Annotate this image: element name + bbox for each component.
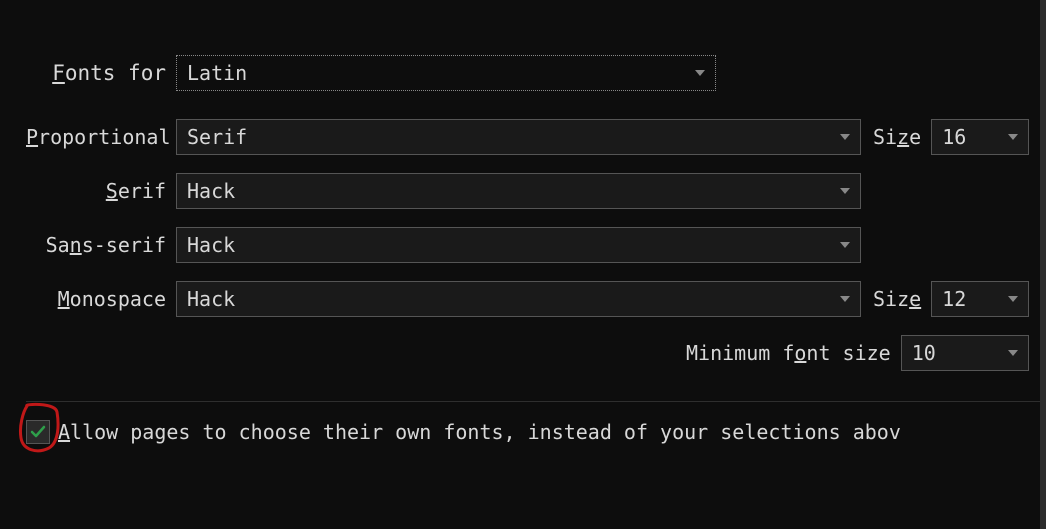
proportional-label: Proportional	[26, 125, 176, 149]
chevron-down-icon	[840, 242, 850, 248]
fonts-for-value: Latin	[187, 61, 247, 85]
chevron-down-icon	[840, 296, 850, 302]
fonts-for-select[interactable]: Latin	[176, 55, 716, 91]
chevron-down-icon	[840, 134, 850, 140]
monospace-size-label: Size	[873, 287, 921, 311]
minimum-font-size-select[interactable]: 10	[901, 335, 1029, 371]
serif-label: Serif	[26, 179, 176, 203]
check-icon	[30, 424, 46, 440]
sans-serif-select[interactable]: Hack	[176, 227, 861, 263]
chevron-down-icon	[1008, 134, 1018, 140]
chevron-down-icon	[695, 70, 705, 76]
monospace-value: Hack	[187, 287, 235, 311]
allow-pages-label: Allow pages to choose their own fonts, i…	[58, 420, 901, 444]
serif-select[interactable]: Hack	[176, 173, 861, 209]
monospace-select[interactable]: Hack	[176, 281, 861, 317]
chevron-down-icon	[1008, 296, 1018, 302]
fonts-for-label: Fonts for	[26, 61, 176, 85]
monospace-size-select[interactable]: 12	[931, 281, 1029, 317]
monospace-size-value: 12	[942, 287, 966, 311]
minimum-font-size-value: 10	[912, 341, 936, 365]
proportional-size-select[interactable]: 16	[931, 119, 1029, 155]
chevron-down-icon	[1008, 350, 1018, 356]
proportional-value: Serif	[187, 125, 247, 149]
scrollbar[interactable]	[1040, 0, 1046, 529]
allow-pages-checkbox[interactable]	[26, 420, 50, 444]
sans-serif-label: Sans-serif	[26, 233, 176, 257]
proportional-select[interactable]: Serif	[176, 119, 861, 155]
proportional-size-value: 16	[942, 125, 966, 149]
minimum-font-size-label: Minimum font size	[686, 341, 891, 365]
divider	[26, 401, 1046, 402]
chevron-down-icon	[840, 188, 850, 194]
monospace-label: Monospace	[26, 287, 176, 311]
serif-value: Hack	[187, 179, 235, 203]
proportional-size-label: Size	[873, 125, 921, 149]
sans-serif-value: Hack	[187, 233, 235, 257]
